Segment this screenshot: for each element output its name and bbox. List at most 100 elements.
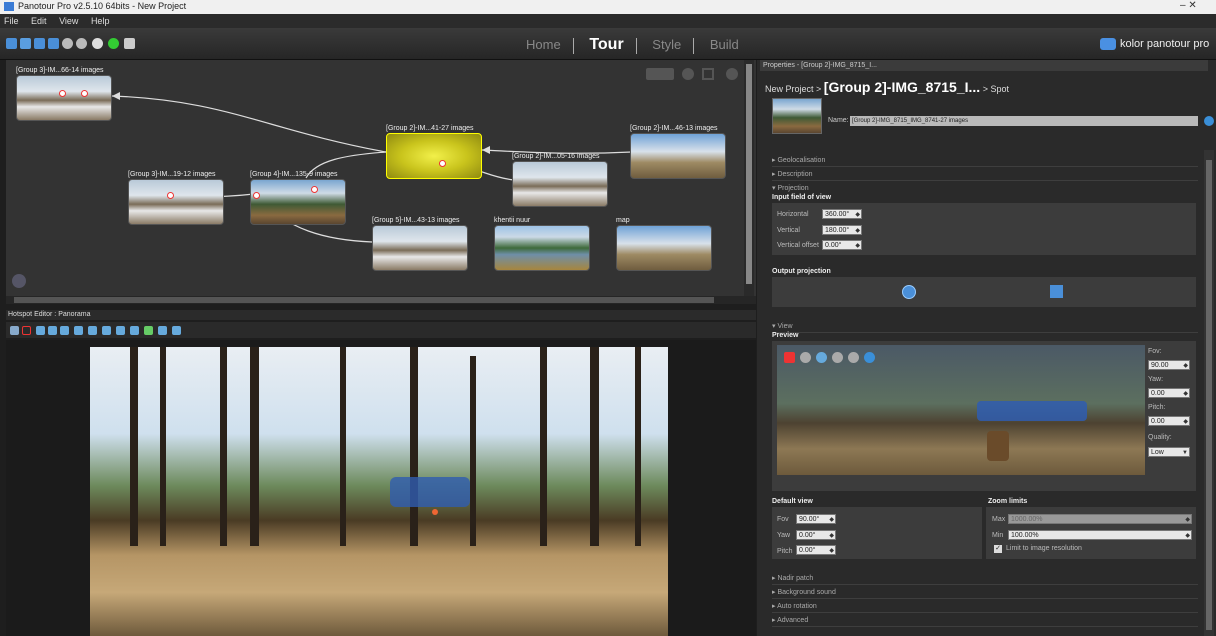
link-hotspot-icon[interactable] [102, 326, 111, 335]
graph-vertical-scrollbar[interactable] [744, 60, 754, 296]
spherical-projection-icon[interactable] [902, 285, 916, 299]
section-description[interactable]: ▸ Description [772, 170, 1198, 181]
default-fov-field[interactable]: 90.00° ◆ [796, 514, 836, 524]
play-icon[interactable] [108, 38, 119, 49]
preview-yaw-label: Yaw: [1148, 376, 1164, 383]
zoom-in-icon[interactable] [682, 68, 694, 80]
tab-style[interactable]: Style [652, 37, 681, 52]
save-as-icon[interactable] [48, 38, 59, 49]
open-icon[interactable] [20, 38, 31, 49]
tab-build[interactable]: Build [710, 37, 739, 52]
section-nadir-patch[interactable]: ▸ Nadir patch [772, 574, 1198, 585]
node-thumbnail [372, 225, 468, 271]
polygon-hotspot-icon[interactable] [60, 326, 69, 335]
mode-tabs: Home Tour Style Build [520, 35, 745, 55]
tour-graph-canvas[interactable]: [Group 3]-IM...66-14 images [Group 2]-IM… [6, 60, 756, 296]
preview-zoom-icon[interactable] [848, 352, 859, 363]
zoom-out-icon[interactable] [726, 68, 738, 80]
preview-image-icon[interactable] [816, 352, 827, 363]
point-hotspot-icon[interactable] [48, 326, 57, 335]
fit-view-icon[interactable] [702, 68, 714, 80]
graph-node[interactable]: [Group 4]-IM...135-9 images [250, 170, 346, 225]
settings-gear-icon[interactable] [92, 38, 103, 49]
graph-node[interactable]: [Group 3]-IM...19-12 images [128, 170, 224, 225]
output-projection-title: Output projection [772, 268, 831, 275]
media-hotspot-icon[interactable] [172, 326, 181, 335]
menu-view[interactable]: View [59, 16, 78, 26]
select-tool-icon[interactable] [10, 326, 19, 335]
breadcrumb-root[interactable]: New Project > [765, 84, 821, 94]
name-field[interactable] [850, 116, 1198, 126]
limit-resolution-checkbox[interactable]: ✓ [994, 545, 1002, 553]
move-hotspot-icon[interactable] [116, 326, 125, 335]
graph-node-selected[interactable]: [Group 2]-IM...41-27 images [386, 124, 482, 179]
window-title: Panotour Pro v2.5.10 64bits - New Projec… [18, 1, 187, 11]
section-auto-rotation[interactable]: ▸ Auto rotation [772, 602, 1198, 613]
image-icon[interactable] [124, 38, 135, 49]
menu-file[interactable]: File [4, 16, 19, 26]
graph-horizontal-scrollbar[interactable] [6, 296, 756, 304]
window-title-bar: Panotour Pro v2.5.10 64bits - New Projec… [0, 0, 1216, 14]
node-thumbnail [494, 225, 590, 271]
copy-hotspot-icon[interactable] [88, 326, 97, 335]
quality-label: Quality: [1148, 434, 1172, 441]
preview-fov-field[interactable]: 90.00 ◆ [1148, 360, 1190, 370]
new-project-icon[interactable] [6, 38, 17, 49]
section-advanced[interactable]: ▸ Advanced [772, 616, 1198, 627]
section-geolocalisation[interactable]: ▸ Geolocalisation [772, 156, 1198, 167]
zoom-min-field[interactable]: 100.00% ◆ [1008, 530, 1192, 540]
undo-icon[interactable] [62, 38, 73, 49]
graph-node[interactable]: [Group 2]-IM...46-13 images [630, 124, 726, 179]
save-icon[interactable] [34, 38, 45, 49]
menu-edit[interactable]: Edit [31, 16, 47, 26]
kolor-logo-icon [1100, 38, 1116, 51]
preview-select-icon[interactable] [784, 352, 795, 363]
horizontal-fov-field[interactable]: 360.00° ◆ [822, 209, 862, 219]
window-controls[interactable]: – ✕ [1180, 0, 1197, 11]
graph-node[interactable]: khentii nuur [494, 216, 590, 271]
default-yaw-field[interactable]: 0.00° ◆ [796, 530, 836, 540]
section-view[interactable]: ▾ View [772, 322, 1198, 333]
section-projection[interactable]: ▾ Projection [772, 184, 1198, 194]
panorama-image[interactable] [90, 347, 668, 636]
preview-camera-icon[interactable] [832, 352, 843, 363]
properties-scrollbar[interactable] [1204, 150, 1214, 636]
properties-header: Properties - [Group 2]-IMG_8715_I... [760, 60, 1208, 71]
flag-hotspot-icon[interactable] [130, 326, 139, 335]
cubic-projection-icon[interactable] [1050, 285, 1063, 298]
image-hotspot-icon[interactable] [144, 326, 153, 335]
preview-yaw-field[interactable]: 0.00 ◆ [1148, 388, 1190, 398]
menu-help[interactable]: Help [91, 16, 110, 26]
graph-node[interactable]: [Group 3]-IM...66-14 images [16, 66, 112, 121]
globe-icon[interactable] [12, 274, 26, 288]
preview-pitch-field[interactable]: 0.00 ◆ [1148, 416, 1190, 426]
zoom-bar[interactable] [646, 68, 674, 80]
redo-icon[interactable] [76, 38, 87, 49]
arrow-hotspot-icon[interactable] [36, 326, 45, 335]
app-icon [4, 2, 14, 11]
gallery-hotspot-icon[interactable] [158, 326, 167, 335]
quality-select[interactable]: Low ▼ [1148, 447, 1190, 457]
node-thumbnail [250, 179, 346, 225]
graph-node[interactable]: [Group 5]-IM...43-13 images [372, 216, 468, 271]
tab-tour[interactable]: Tour [589, 36, 623, 53]
vertical-fov-field[interactable]: 180.00° ◆ [822, 225, 862, 235]
hotspot-toolbar [6, 322, 756, 338]
graph-node[interactable]: [Group 2]-IM...05-16 images [512, 152, 608, 207]
preview-help-icon[interactable] [864, 352, 875, 363]
add-hotspot-icon[interactable] [74, 326, 83, 335]
breadcrumb-tail: > Spot [982, 84, 1009, 94]
graph-node[interactable]: map [616, 216, 712, 271]
tab-home[interactable]: Home [526, 37, 561, 52]
vertical-offset-field[interactable]: 0.00° ◆ [822, 240, 862, 250]
preview-pin-icon[interactable] [800, 352, 811, 363]
section-background-sound[interactable]: ▸ Background sound [772, 588, 1198, 599]
menu-bar: File Edit View Help [0, 14, 1216, 28]
info-icon[interactable] [1204, 116, 1214, 126]
zoom-max-field[interactable]: 1000.00% ◆ [1008, 514, 1192, 524]
preview-viewer[interactable] [777, 345, 1145, 475]
hotspot-marker[interactable] [432, 509, 438, 515]
spot-thumbnail[interactable] [772, 98, 822, 134]
rectangle-tool-icon[interactable] [22, 326, 31, 335]
default-pitch-field[interactable]: 0.00° ◆ [796, 545, 836, 555]
